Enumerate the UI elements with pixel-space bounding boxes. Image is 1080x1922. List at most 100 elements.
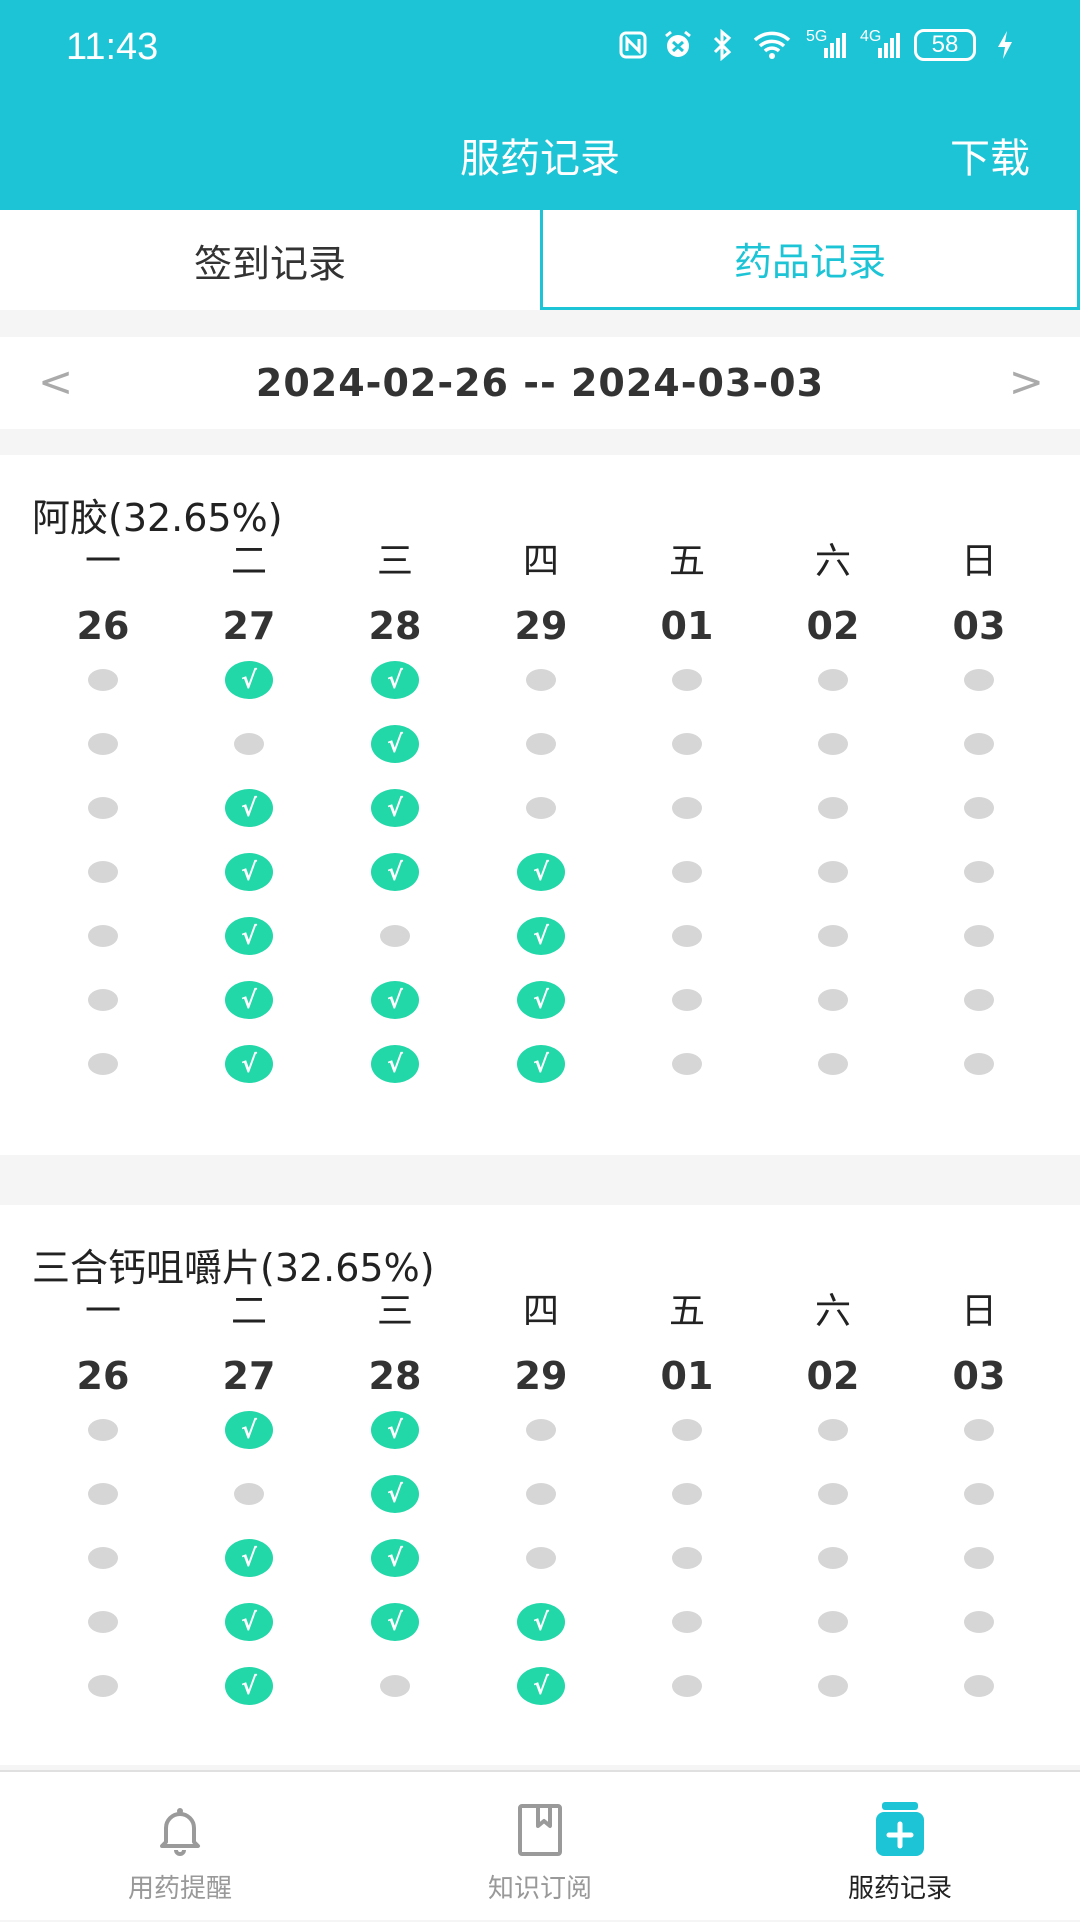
dose-cell <box>632 783 742 833</box>
not-taken-dot-icon <box>818 669 848 691</box>
dose-cell <box>778 783 888 833</box>
dose-cell <box>924 1661 1034 1711</box>
not-taken-dot-icon <box>964 1611 994 1633</box>
not-taken-dot-icon <box>964 989 994 1011</box>
dose-cell <box>48 1405 158 1455</box>
dose-cell: √ <box>194 655 304 705</box>
dose-cell <box>48 655 158 705</box>
not-taken-dot-icon <box>672 797 702 819</box>
dose-cell: √ <box>340 1597 450 1647</box>
not-taken-dot-icon <box>526 797 556 819</box>
dose-cell <box>194 1469 304 1519</box>
dose-cell <box>48 911 158 961</box>
not-taken-dot-icon <box>818 1675 848 1697</box>
not-taken-dot-icon <box>672 669 702 691</box>
not-taken-dot-icon <box>88 1547 118 1569</box>
not-taken-dot-icon <box>672 733 702 755</box>
dose-cell: √ <box>486 975 596 1025</box>
dose-cell <box>632 1469 742 1519</box>
dose-cell <box>48 1039 158 1089</box>
taken-check-icon: √ <box>517 1045 565 1083</box>
not-taken-dot-icon <box>964 1419 994 1441</box>
nav-label: 用药提醒 <box>127 1874 232 1904</box>
dose-cell <box>778 1661 888 1711</box>
next-week-button[interactable]: > <box>1009 357 1044 406</box>
dose-cell: √ <box>340 1405 450 1455</box>
not-taken-dot-icon <box>88 861 118 883</box>
date-label: 01 <box>660 604 714 648</box>
nav-item-records[interactable]: 服药记录 <box>720 1772 1080 1922</box>
not-taken-dot-icon <box>88 1053 118 1075</box>
dose-cell: √ <box>194 911 304 961</box>
taken-check-icon: √ <box>225 853 273 891</box>
not-taken-dot-icon <box>672 861 702 883</box>
taken-check-icon: √ <box>225 1539 273 1577</box>
not-taken-dot-icon <box>818 733 848 755</box>
nav-item-knowledge[interactable]: 知识订阅 <box>360 1772 720 1922</box>
bluetooth-icon <box>708 28 738 62</box>
dose-cell <box>48 783 158 833</box>
signal-5g-label: 5G <box>806 28 828 45</box>
not-taken-dot-icon <box>818 1547 848 1569</box>
not-taken-dot-icon <box>964 669 994 691</box>
weekday-label: 日 <box>960 541 997 582</box>
dose-cell: √ <box>194 783 304 833</box>
taken-check-icon: √ <box>225 789 273 827</box>
dose-cell <box>778 1039 888 1089</box>
not-taken-dot-icon <box>964 1675 994 1697</box>
not-taken-dot-icon <box>672 1053 702 1075</box>
date-label: 29 <box>514 1354 568 1398</box>
taken-check-icon: √ <box>371 853 419 891</box>
taken-check-icon: √ <box>371 1603 419 1641</box>
dose-cell: √ <box>194 1661 304 1711</box>
dose-cell <box>924 1405 1034 1455</box>
nav-label: 服药记录 <box>847 1874 952 1904</box>
dose-cell <box>486 1533 596 1583</box>
dose-cell <box>778 719 888 769</box>
dose-cell: √ <box>486 911 596 961</box>
not-taken-dot-icon <box>88 669 118 691</box>
taken-check-icon: √ <box>225 1603 273 1641</box>
dose-cell <box>340 911 450 961</box>
not-taken-dot-icon <box>818 1611 848 1633</box>
signal-5g-icon: 5G <box>806 28 846 62</box>
not-taken-dot-icon <box>672 1483 702 1505</box>
dose-cell: √ <box>340 719 450 769</box>
dose-cell <box>48 1533 158 1583</box>
dose-cell <box>778 1597 888 1647</box>
dose-cell: √ <box>340 783 450 833</box>
tab-checkin-records[interactable]: 签到记录 <box>0 210 540 310</box>
signal-4g-label: 4G <box>860 28 882 45</box>
not-taken-dot-icon <box>672 1611 702 1633</box>
alarm-icon <box>662 28 694 62</box>
nav-item-reminder[interactable]: 用药提醒 <box>0 1772 360 1922</box>
battery-icon: 58 <box>914 29 976 61</box>
signal-4g-icon: 4G <box>860 28 900 62</box>
download-button[interactable]: 下载 <box>950 126 1030 184</box>
dose-cell: √ <box>194 1039 304 1089</box>
date-label: 02 <box>806 1354 860 1398</box>
wifi-icon <box>752 28 792 62</box>
not-taken-dot-icon <box>672 925 702 947</box>
tab-medicine-records[interactable]: 药品记录 <box>540 210 1080 310</box>
date-label: 01 <box>660 1354 714 1398</box>
date-label: 26 <box>76 604 130 648</box>
date-label: 03 <box>952 604 1006 648</box>
not-taken-dot-icon <box>88 1675 118 1697</box>
dose-cell <box>632 655 742 705</box>
date-label: 03 <box>952 1354 1006 1398</box>
not-taken-dot-icon <box>526 1483 556 1505</box>
not-taken-dot-icon <box>672 1547 702 1569</box>
dose-cell <box>924 975 1034 1025</box>
weekday-label: 五 <box>668 541 705 582</box>
not-taken-dot-icon <box>88 989 118 1011</box>
weekday-label: 五 <box>668 1291 705 1332</box>
taken-check-icon: √ <box>371 981 419 1019</box>
dose-cell <box>632 1405 742 1455</box>
dose-cell <box>924 1533 1034 1583</box>
dose-cell: √ <box>486 1661 596 1711</box>
not-taken-dot-icon <box>818 797 848 819</box>
status-icons: 5G 4G 58 <box>618 28 1020 62</box>
date-label: 29 <box>514 604 568 648</box>
dose-cell <box>778 1405 888 1455</box>
